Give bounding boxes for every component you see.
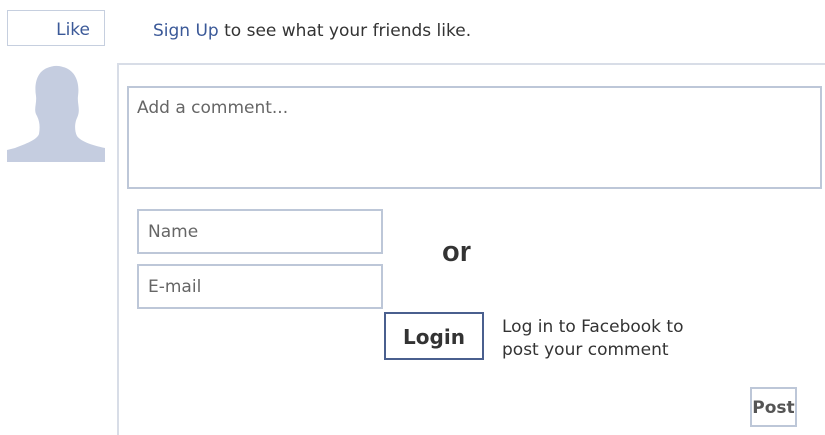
email-field[interactable]: E-mail xyxy=(137,264,383,309)
signup-link[interactable]: Sign Up xyxy=(153,21,219,41)
post-button[interactable]: Post xyxy=(750,387,797,427)
comment-placeholder: Add a comment... xyxy=(137,98,289,118)
like-button[interactable]: Like xyxy=(7,10,105,46)
like-label: Like xyxy=(56,20,90,40)
default-profile-silhouette-icon xyxy=(7,65,105,162)
name-field[interactable]: Name xyxy=(137,209,383,254)
signup-prompt-text: to see what your friends like. xyxy=(218,21,472,41)
name-placeholder: Name xyxy=(148,222,199,242)
login-label: Login xyxy=(403,325,465,349)
comment-section-border xyxy=(117,63,825,65)
email-placeholder: E-mail xyxy=(148,277,202,297)
or-separator: or xyxy=(442,236,471,268)
login-hint-line-1: Log in to Facebook to xyxy=(502,317,684,337)
post-label: Post xyxy=(752,398,795,418)
comment-input[interactable]: Add a comment... xyxy=(127,86,822,189)
login-hint: Log in to Facebook to post your comment xyxy=(502,316,742,362)
login-button[interactable]: Login xyxy=(384,312,484,360)
signup-prompt: Sign Up to see what your friends like. xyxy=(153,21,471,41)
comment-section-divider xyxy=(117,63,119,435)
login-hint-line-2: post your comment xyxy=(502,340,669,360)
avatar xyxy=(7,64,105,162)
